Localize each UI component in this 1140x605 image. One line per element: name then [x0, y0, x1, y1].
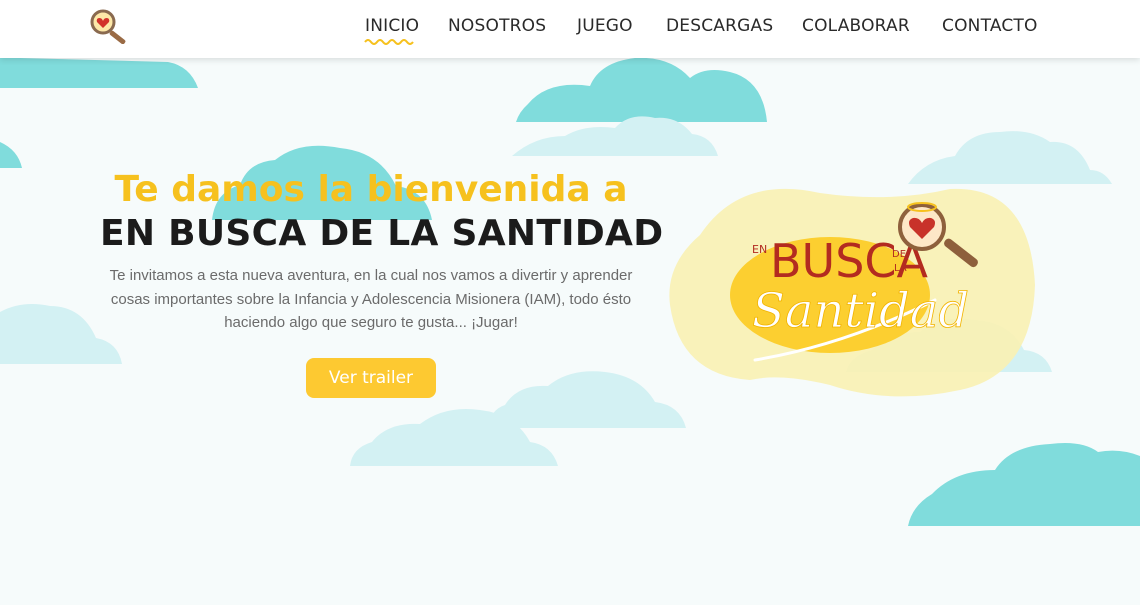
- nav-nosotros[interactable]: NOSOTROS: [448, 16, 546, 36]
- hero-description: Te invitamos a esta nueva aventura, en l…: [109, 267, 633, 331]
- cloud-shape: [512, 116, 718, 156]
- logo-en-text: EN: [752, 243, 767, 256]
- logo-santidad-text: Santidad: [752, 283, 969, 339]
- site-header: INICIO NOSOTROS JUEGO DESCARGAS COLABORA…: [0, 0, 1140, 58]
- nav-inicio[interactable]: INICIO: [365, 16, 419, 36]
- logo-la-text: LA: [894, 263, 907, 274]
- nav-descargas[interactable]: DESCARGAS: [666, 16, 773, 36]
- game-logo: EN BUSCA DE LA Santidad: [669, 188, 1035, 397]
- cloud-shape: [0, 142, 22, 168]
- magnifier-heart-logo-icon[interactable]: [88, 8, 132, 44]
- hero-section: Te damos la bienvenida a EN BUSCA DE LA …: [100, 168, 664, 335]
- cloud-shape: [488, 371, 686, 428]
- nav-contacto[interactable]: CONTACTO: [942, 16, 1038, 36]
- page-title: EN BUSCA DE LA SANTIDAD: [100, 213, 664, 254]
- logo-de-text: DE: [892, 249, 906, 260]
- cloud-shape: [908, 443, 1140, 526]
- active-underline-icon: [364, 39, 414, 45]
- nav-juego[interactable]: JUEGO: [577, 16, 633, 36]
- welcome-heading: Te damos la bienvenida a: [114, 169, 628, 210]
- cloud-shape: [516, 58, 767, 122]
- trailer-button[interactable]: Ver trailer: [306, 358, 436, 398]
- nav-colaborar[interactable]: COLABORAR: [802, 16, 910, 36]
- cloud-shape: [0, 58, 198, 88]
